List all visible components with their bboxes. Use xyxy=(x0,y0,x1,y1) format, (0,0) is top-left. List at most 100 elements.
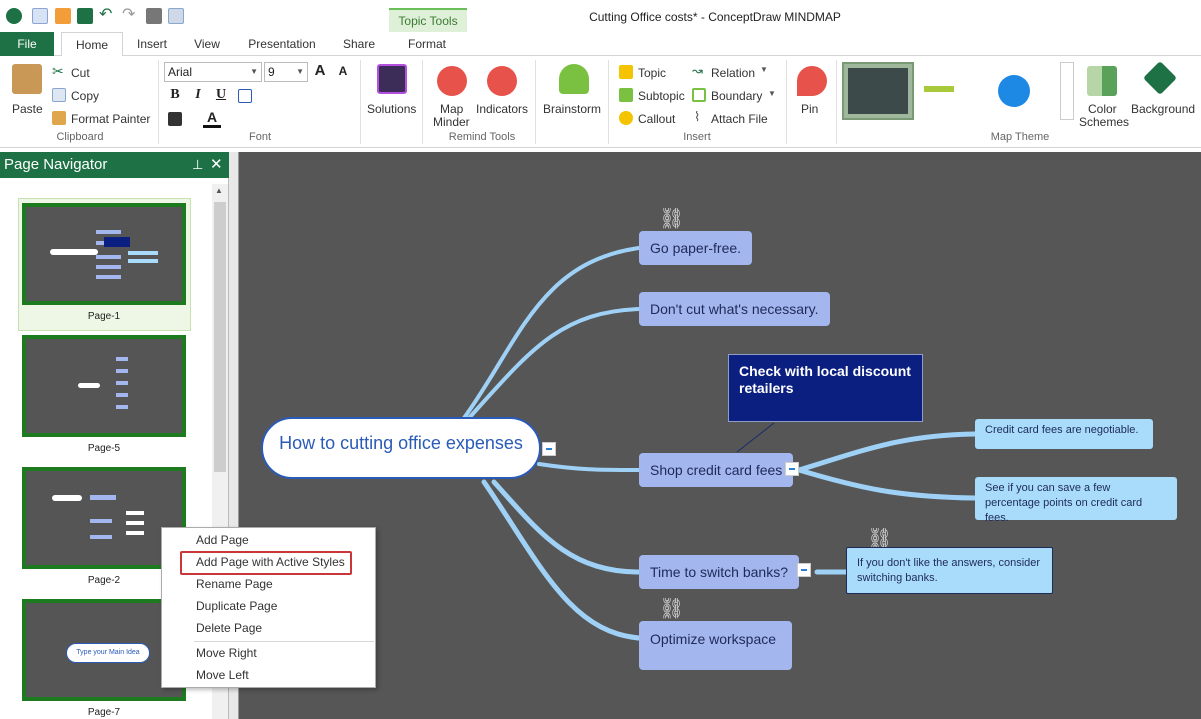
grow-font-icon[interactable]: A xyxy=(311,62,329,79)
menu-item-add-page[interactable]: Add Page xyxy=(196,533,249,547)
color-schemes-icon[interactable] xyxy=(1087,66,1117,96)
menu-item-rename-page[interactable]: Rename Page xyxy=(196,577,273,591)
bold-icon[interactable]: B xyxy=(166,87,184,103)
topic-shop-credit-card-fees[interactable]: Shop credit card fees xyxy=(639,453,794,487)
pin-panel-icon[interactable]: ⊥ xyxy=(192,152,203,178)
topic-dont-cut-necessary[interactable]: Don't cut what's necessary. xyxy=(639,292,830,326)
thumb-topic xyxy=(116,381,128,385)
menu-item-add-page-active-styles[interactable]: Add Page with Active Styles xyxy=(196,555,345,569)
menu-item-duplicate-page[interactable]: Duplicate Page xyxy=(196,599,277,613)
color-schemes-button-line2[interactable]: Schemes xyxy=(1079,115,1129,129)
theme-thumbnail[interactable] xyxy=(996,62,1058,120)
map-minder-button-line2[interactable]: Minder xyxy=(433,115,470,129)
copy-button[interactable]: Copy xyxy=(71,89,99,103)
subtopic-save-percentage[interactable]: See if you can save a few percentage poi… xyxy=(975,477,1177,524)
solutions-icon[interactable] xyxy=(377,64,407,94)
paste-icon[interactable] xyxy=(12,64,42,94)
pin-icon[interactable] xyxy=(797,66,827,96)
italic-icon[interactable]: I xyxy=(189,87,207,103)
tab-presentation[interactable]: Presentation xyxy=(238,32,326,56)
font-family-select[interactable]: Arial ▼ xyxy=(164,62,262,82)
background-button[interactable]: Background xyxy=(1131,102,1195,116)
map-minder-icon[interactable] xyxy=(437,66,467,96)
scroll-up-icon[interactable]: ▲ xyxy=(215,186,223,195)
page-label-page-5[interactable]: Page-5 xyxy=(22,443,186,454)
close-icon[interactable]: ✕ xyxy=(210,152,223,178)
branch-line xyxy=(796,431,978,473)
theme-thumbnail-selected[interactable] xyxy=(842,62,914,120)
subtopic-switch-banks-note[interactable]: If you don't like the answers, consider … xyxy=(846,547,1053,594)
highlight-icon[interactable] xyxy=(168,112,182,126)
font-group-label: Font xyxy=(248,131,271,143)
menu-separator xyxy=(194,641,374,642)
collapse-toggle[interactable] xyxy=(542,442,556,456)
page-label-page-7[interactable]: Page-7 xyxy=(22,707,186,718)
theme-preview xyxy=(924,86,954,92)
background-icon[interactable] xyxy=(1143,61,1177,95)
solutions-button[interactable]: Solutions xyxy=(367,102,416,116)
tab-view[interactable]: View xyxy=(182,32,232,56)
main-idea-node[interactable]: How to cutting office expenses xyxy=(261,417,541,479)
topic-optimize-workspace[interactable]: Optimize workspace xyxy=(639,621,792,670)
topic-go-paper-free[interactable]: Go paper-free. xyxy=(639,231,753,265)
underline-icon[interactable]: U xyxy=(212,87,230,103)
format-painter-icon xyxy=(52,111,66,125)
thumb-topic xyxy=(90,519,112,523)
page-thumbnail-page-1[interactable] xyxy=(22,203,186,305)
ribbon-tabs: File Home Insert View Presentation Share… xyxy=(0,32,1201,57)
hyperlink-icon[interactable]: ⛓ xyxy=(659,206,689,230)
menu-item-move-left[interactable]: Move Left xyxy=(196,668,249,682)
insert-callout-button[interactable]: Callout xyxy=(638,112,675,126)
scrollbar-thumb[interactable] xyxy=(214,202,226,472)
thumb-topic xyxy=(96,265,121,269)
font-size-select[interactable]: 9 ▼ xyxy=(264,62,308,82)
page-thumbnail-page-5[interactable] xyxy=(22,335,186,437)
cut-button[interactable]: Cut xyxy=(71,66,90,80)
format-painter-button[interactable]: Format Painter xyxy=(71,112,150,126)
brainstorm-button[interactable]: Brainstorm xyxy=(543,102,601,116)
attach-file-button[interactable]: Attach File xyxy=(711,112,768,126)
insert-topic-button[interactable]: Topic xyxy=(638,66,666,80)
page-label-page-1[interactable]: Page-1 xyxy=(22,311,186,322)
insert-subtopic-button[interactable]: Subtopic xyxy=(638,89,685,103)
pin-button[interactable]: Pin xyxy=(801,102,818,116)
shrink-font-icon[interactable]: A xyxy=(334,64,352,78)
indicators-button[interactable]: Indicators xyxy=(476,102,528,116)
topic-switch-banks[interactable]: Time to switch banks? xyxy=(639,555,799,589)
tab-home[interactable]: Home xyxy=(61,32,123,57)
callout-check-retailers[interactable]: Check with local discount retailers xyxy=(728,354,923,422)
map-minder-button-line1[interactable]: Map xyxy=(440,102,463,116)
insert-group-label: Insert xyxy=(683,131,711,143)
chevron-down-icon[interactable]: ▼ xyxy=(760,65,768,74)
relation-button[interactable]: Relation xyxy=(711,66,755,80)
font-family-value: Arial xyxy=(168,65,193,79)
paste-button[interactable]: Paste xyxy=(12,102,43,116)
thumb-main-idea xyxy=(52,495,82,501)
tab-format[interactable]: Format xyxy=(396,32,458,56)
theme-thumbnail[interactable] xyxy=(920,62,992,120)
hyperlink-icon[interactable]: ⛓ xyxy=(659,596,689,620)
font-color-icon[interactable]: A xyxy=(203,109,221,128)
collapse-toggle[interactable] xyxy=(797,563,811,577)
brainstorm-icon[interactable] xyxy=(559,64,589,94)
theme-preview xyxy=(848,68,908,114)
theme-gallery-scroll[interactable] xyxy=(1060,62,1074,120)
subtopic-fees-negotiable[interactable]: Credit card fees are negotiable. xyxy=(975,419,1153,449)
ribbon: Paste ✂ Cut Copy Format Painter Clipboar… xyxy=(0,56,1201,148)
tab-share[interactable]: Share xyxy=(332,32,386,56)
boundary-button[interactable]: Boundary xyxy=(711,89,762,103)
menu-item-move-right[interactable]: Move Right xyxy=(196,646,257,660)
indicators-icon[interactable] xyxy=(487,66,517,96)
menu-item-delete-page[interactable]: Delete Page xyxy=(196,621,262,635)
page-navigator-header: Page Navigator ⊥ ✕ xyxy=(0,152,229,178)
tab-insert[interactable]: Insert xyxy=(125,32,179,56)
mindmap-canvas[interactable]: How to cutting office expenses ⛓ Go pape… xyxy=(239,152,1201,719)
font-size-value: 9 xyxy=(268,65,275,79)
color-schemes-button-line1[interactable]: Color xyxy=(1088,102,1117,116)
chevron-down-icon[interactable]: ▼ xyxy=(768,89,776,98)
align-icon[interactable] xyxy=(238,89,252,103)
collapse-toggle[interactable] xyxy=(785,462,799,476)
thumb-topic xyxy=(116,405,128,409)
hyperlink-icon[interactable]: ⛓ xyxy=(867,526,897,550)
tab-file[interactable]: File xyxy=(0,32,54,56)
